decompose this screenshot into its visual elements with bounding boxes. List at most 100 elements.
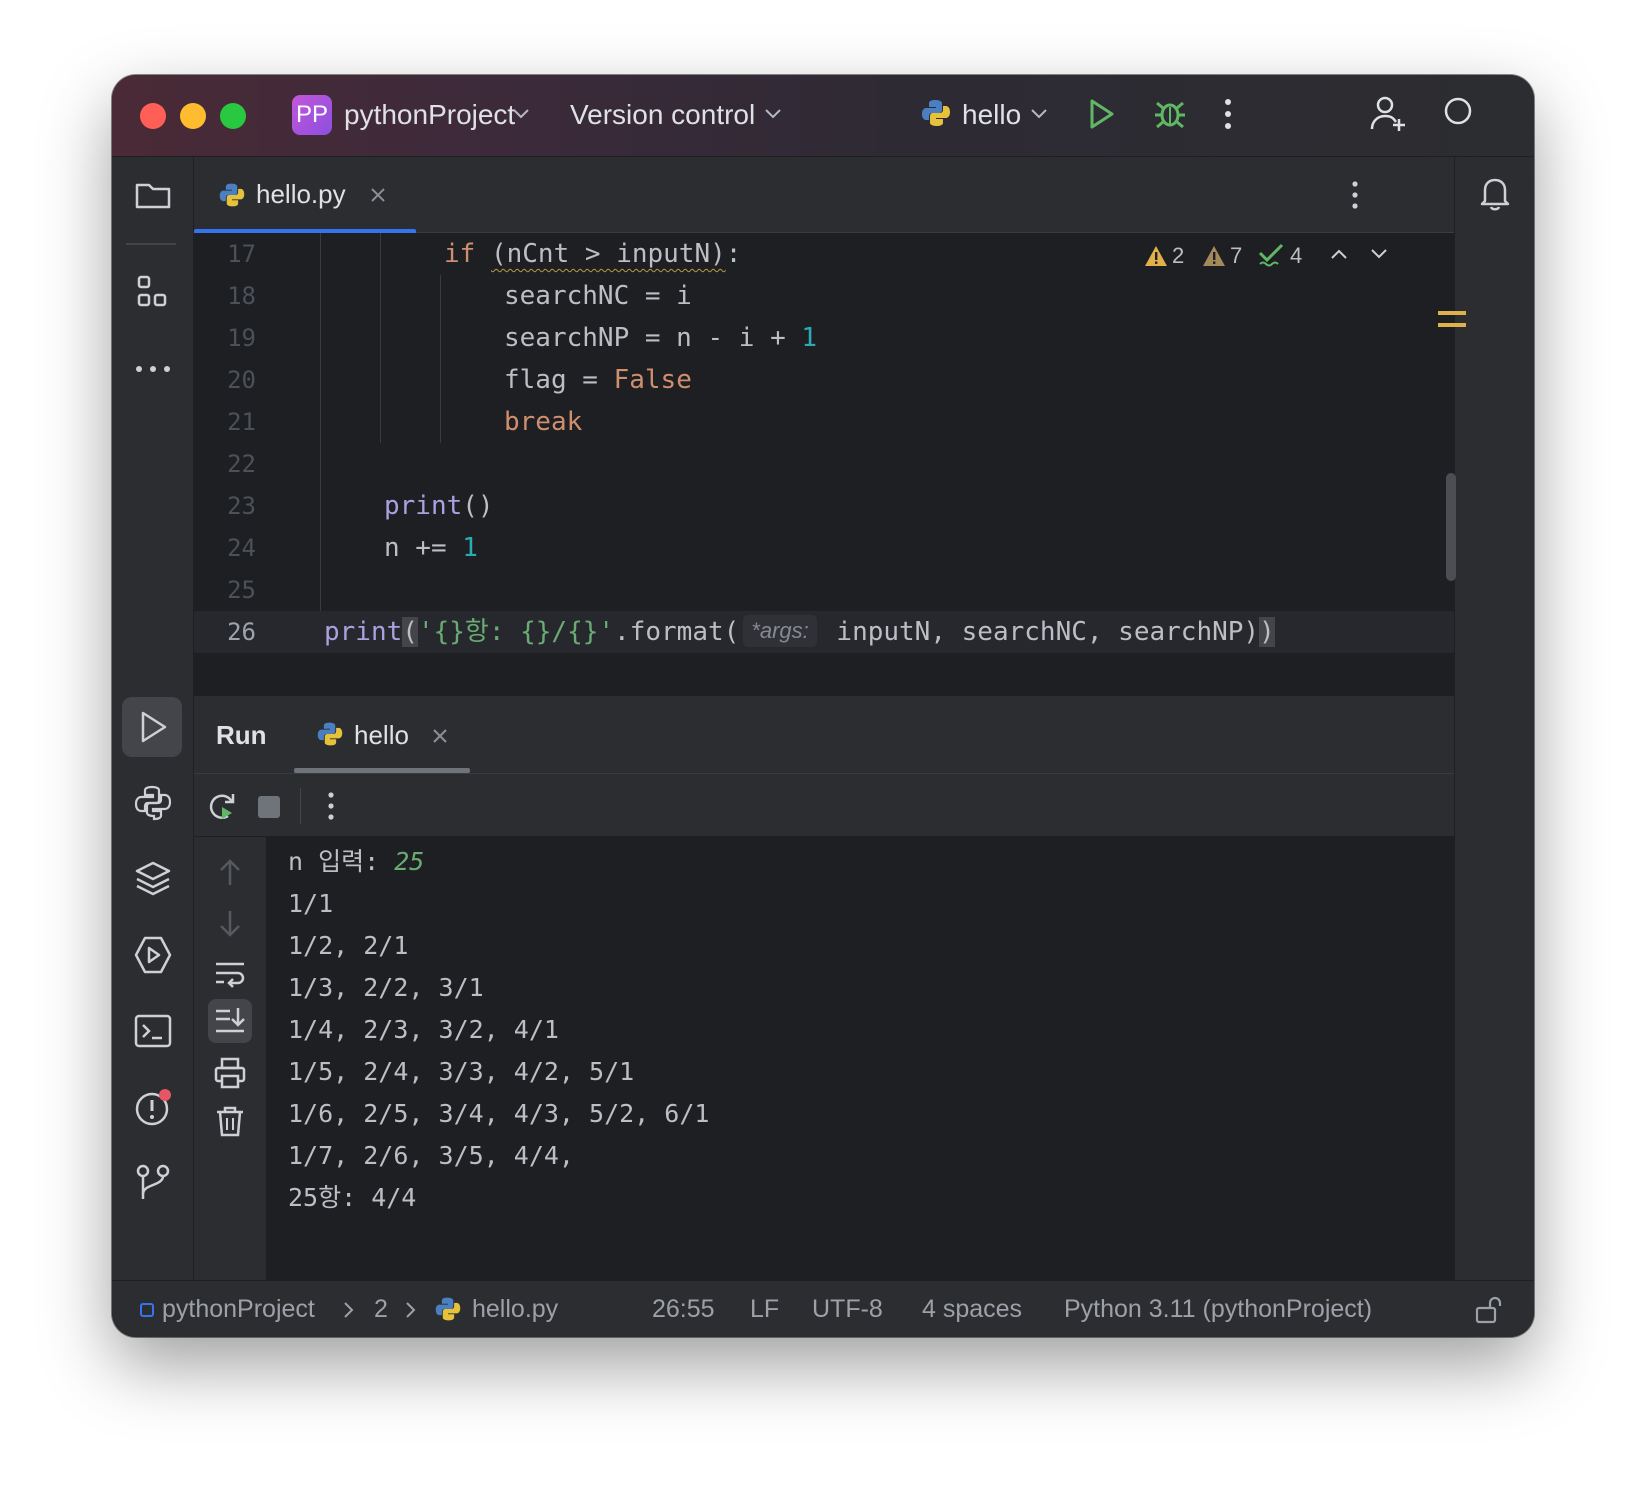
add-user-icon[interactable] bbox=[1368, 93, 1408, 133]
left-tool-strip bbox=[112, 157, 194, 1280]
chevron-down-icon bbox=[765, 109, 781, 119]
toolbar-divider bbox=[126, 243, 176, 245]
warning-icon bbox=[1145, 246, 1167, 266]
editor-tab-label: hello.py bbox=[256, 179, 346, 209]
soft-wrap-icon[interactable] bbox=[212, 955, 248, 991]
structure-icon[interactable] bbox=[131, 271, 175, 315]
print-icon[interactable] bbox=[212, 1055, 248, 1091]
code-line-23: print() bbox=[324, 485, 494, 527]
code-token: .format( bbox=[614, 617, 740, 647]
line-number: 17 bbox=[227, 240, 256, 268]
chevron-down-icon bbox=[1031, 109, 1047, 119]
caret-position[interactable]: 26:55 bbox=[652, 1293, 715, 1325]
arrow-up-icon[interactable] bbox=[212, 855, 248, 891]
line-separator[interactable]: LF bbox=[750, 1293, 779, 1325]
debug-icon[interactable] bbox=[1152, 95, 1188, 131]
colon-token: : bbox=[725, 239, 742, 269]
right-tool-strip bbox=[1454, 157, 1534, 1280]
console-line: 1/4, 2/3, 3/2, 4/1 bbox=[288, 1015, 559, 1044]
folder-icon[interactable] bbox=[131, 173, 175, 217]
code-token: searchNP = n - i + bbox=[504, 323, 802, 353]
notifications-bell-icon[interactable] bbox=[1473, 171, 1517, 215]
line-number: 24 bbox=[227, 534, 256, 562]
services-icon[interactable] bbox=[131, 933, 175, 977]
inspection-widget[interactable]: 2 7 4 bbox=[1144, 233, 1414, 275]
number-token: 1 bbox=[801, 323, 818, 353]
project-badge[interactable]: PP bbox=[292, 95, 332, 135]
console-line: 1/3, 2/2, 3/1 bbox=[288, 973, 484, 1002]
breadcrumb-project[interactable]: pythonProject bbox=[162, 1293, 315, 1325]
more-vertical-icon[interactable] bbox=[1222, 97, 1234, 131]
error-stripe-mark[interactable] bbox=[1438, 311, 1466, 315]
console-side-toolbar bbox=[194, 837, 266, 1280]
code-token: flag = bbox=[504, 365, 614, 395]
version-control-dropdown[interactable]: Version control bbox=[570, 97, 755, 133]
console-line: 1/5, 2/4, 3/3, 4/2, 5/1 bbox=[288, 1057, 635, 1086]
code-line-19: searchNP = n - i + 1 bbox=[324, 317, 817, 359]
run-tool-icon[interactable] bbox=[131, 705, 175, 749]
more-vertical-icon[interactable] bbox=[326, 790, 336, 822]
typo-count: 4 bbox=[1290, 243, 1303, 268]
chevron-right-icon bbox=[344, 1302, 354, 1318]
line-number: 23 bbox=[227, 492, 256, 520]
breadcrumb-file[interactable]: hello.py bbox=[472, 1293, 558, 1325]
keyword-token: if bbox=[444, 239, 476, 269]
code-line-26: print('{}항: {}/{}'.format(*args: inputN,… bbox=[324, 611, 1275, 653]
git-branch-icon[interactable] bbox=[131, 1161, 175, 1205]
run-console-output[interactable]: n 입력: 25 1/1 1/2, 2/1 1/3, 2/2, 3/1 1/4,… bbox=[266, 837, 1454, 1280]
search-icon[interactable] bbox=[1442, 95, 1478, 131]
run-icon[interactable] bbox=[1084, 97, 1118, 131]
bracket-token: ) bbox=[1259, 617, 1275, 647]
indent-setting[interactable]: 4 spaces bbox=[922, 1293, 1022, 1325]
weak-warning-icon bbox=[1203, 246, 1225, 266]
console-line: 1/2, 2/1 bbox=[288, 931, 409, 960]
run-tab-hello[interactable]: hello bbox=[294, 696, 470, 774]
editor-scrollbar[interactable] bbox=[1446, 473, 1456, 581]
breadcrumb-folder[interactable]: 2 bbox=[374, 1293, 388, 1325]
close-tab-icon[interactable] bbox=[432, 728, 448, 744]
line-number-current: 26 bbox=[227, 618, 256, 646]
minimize-window-button[interactable] bbox=[180, 103, 206, 129]
editor-tab-hello-py[interactable]: hello.py bbox=[194, 157, 416, 233]
run-config-dropdown[interactable]: hello bbox=[962, 97, 1021, 133]
project-name-dropdown[interactable]: pythonProject bbox=[344, 97, 515, 133]
trash-icon[interactable] bbox=[212, 1103, 248, 1139]
more-horizontal-icon[interactable] bbox=[131, 347, 175, 391]
arrow-down-icon[interactable] bbox=[212, 905, 248, 941]
terminal-icon[interactable] bbox=[131, 1009, 175, 1053]
weak-warning-count: 7 bbox=[1230, 243, 1243, 268]
python-interpreter[interactable]: Python 3.11 (pythonProject) bbox=[1064, 1293, 1372, 1325]
warning-count: 2 bbox=[1172, 243, 1185, 268]
code-line-24: n += 1 bbox=[324, 527, 478, 569]
python-file-icon bbox=[219, 183, 245, 207]
code-line-20: flag = False bbox=[324, 359, 692, 401]
file-encoding[interactable]: UTF-8 bbox=[812, 1293, 883, 1325]
error-stripe-mark[interactable] bbox=[1438, 323, 1466, 327]
close-window-button[interactable] bbox=[140, 103, 166, 129]
scroll-to-end-icon[interactable] bbox=[212, 1003, 248, 1039]
python-icon bbox=[922, 100, 950, 126]
problems-icon[interactable] bbox=[131, 1085, 175, 1129]
line-number: 21 bbox=[227, 408, 256, 436]
chevron-up-icon[interactable] bbox=[1330, 247, 1348, 261]
line-number: 20 bbox=[227, 366, 256, 394]
code-line-21: break bbox=[324, 401, 582, 443]
line-number: 18 bbox=[227, 282, 256, 310]
string-token: '{}항: {}/{}' bbox=[417, 617, 615, 647]
code-editor[interactable]: 17 18 19 20 21 22 23 24 25 26 if (nCnt >… bbox=[194, 233, 1466, 653]
python-icon bbox=[317, 722, 343, 746]
line-number: 25 bbox=[227, 576, 256, 604]
more-vertical-icon[interactable] bbox=[1350, 179, 1360, 211]
unlock-icon[interactable] bbox=[1474, 1295, 1504, 1325]
stop-icon[interactable] bbox=[258, 796, 280, 818]
python-console-icon[interactable] bbox=[131, 781, 175, 825]
close-tab-icon[interactable] bbox=[370, 187, 386, 203]
chevron-down-icon bbox=[513, 109, 529, 119]
zoom-window-button[interactable] bbox=[220, 103, 246, 129]
chevron-down-icon[interactable] bbox=[1370, 247, 1388, 261]
layers-icon[interactable] bbox=[131, 857, 175, 901]
parameter-hint: *args: bbox=[743, 615, 817, 647]
code-line-17: if (nCnt > inputN): bbox=[324, 233, 741, 275]
function-token: print bbox=[324, 617, 403, 647]
rerun-icon[interactable] bbox=[206, 790, 238, 822]
